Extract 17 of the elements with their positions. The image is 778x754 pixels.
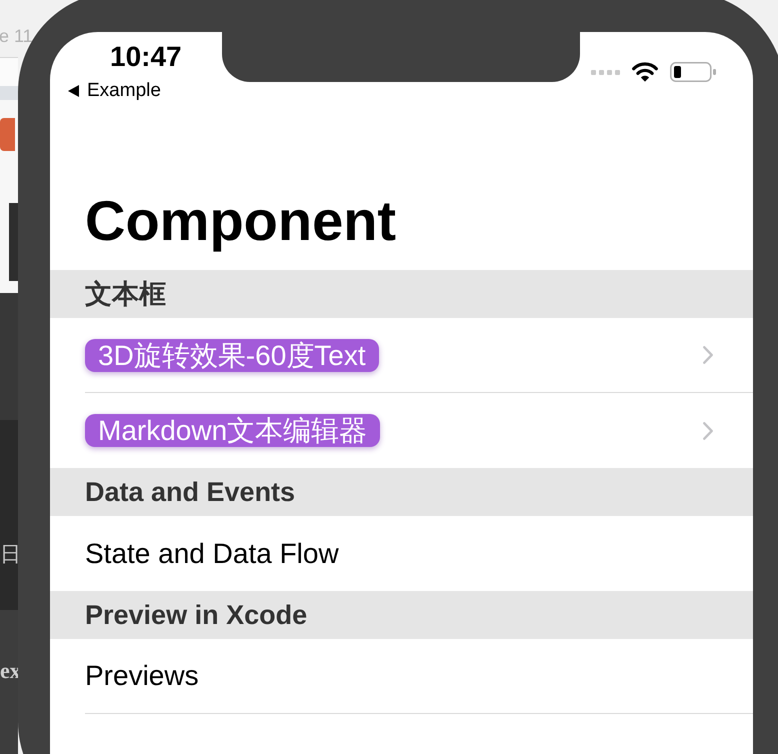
row-label: State and Data Flow	[85, 536, 339, 570]
background-text: 日	[0, 541, 21, 567]
back-triangle-icon	[68, 85, 79, 97]
back-button[interactable]: Example	[68, 80, 161, 102]
wifi-icon	[631, 62, 659, 82]
status-time: 10:47	[110, 42, 183, 72]
signal-dots-icon	[591, 70, 620, 74]
section-header: Data and Events	[50, 468, 753, 516]
battery-icon	[670, 62, 716, 82]
row-label: Previews	[85, 659, 199, 693]
app-tile-icon	[0, 118, 15, 151]
section-header: Preview in Xcode	[50, 591, 753, 639]
page-title: Component	[84, 189, 398, 253]
window-title: e 11	[0, 25, 33, 47]
section-header: 文本框	[50, 270, 753, 318]
tag-label: 3D旋转效果-60度Text	[85, 338, 379, 372]
tag-label: Markdown文本编辑器	[85, 414, 380, 447]
